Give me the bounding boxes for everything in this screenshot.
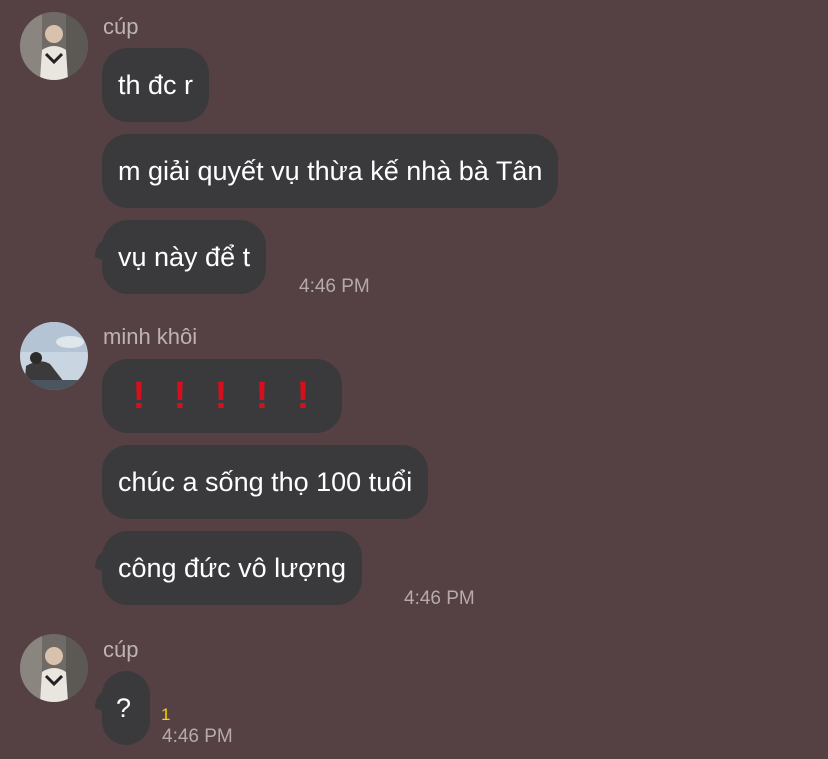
message-timestamp: 4:46 PM xyxy=(162,726,233,747)
message-bubble[interactable]: ? xyxy=(102,671,150,745)
sender-name: cúp xyxy=(103,14,139,39)
message-timestamp: 4:46 PM xyxy=(299,276,370,297)
message-timestamp: 4:46 PM xyxy=(404,588,475,609)
exclamation-icon: ! xyxy=(255,375,269,417)
read-count-badge: 1 xyxy=(161,705,171,724)
avatar-cup[interactable] xyxy=(20,634,88,702)
avatar-cup[interactable] xyxy=(20,12,88,80)
message-bubble[interactable]: th đc r xyxy=(102,48,210,122)
exclamation-icon: ! xyxy=(132,375,146,417)
message-bubble[interactable]: chúc a sống thọ 100 tuổi xyxy=(102,445,429,519)
exclamation-icon: ! xyxy=(173,375,187,417)
message-bubble[interactable]: vụ này để t xyxy=(102,220,267,294)
exclamation-icon: ! xyxy=(214,375,228,417)
avatar-minh-khoi[interactable] xyxy=(20,322,88,390)
person-photo-avatar-icon xyxy=(20,634,88,702)
sender-name: cúp xyxy=(103,637,139,662)
sender-name: minh khôi xyxy=(103,324,198,349)
message-bubble[interactable]: công đức vô lượng xyxy=(102,531,362,605)
person-sky-photo-avatar-icon xyxy=(20,322,88,390)
person-photo-avatar-icon xyxy=(20,12,88,80)
message-bubble-exclamations[interactable]: !!!!! xyxy=(102,359,342,433)
exclamation-icon: ! xyxy=(296,375,310,417)
message-bubble[interactable]: m giải quyết vụ thừa kế nhà bà Tân xyxy=(102,134,559,208)
